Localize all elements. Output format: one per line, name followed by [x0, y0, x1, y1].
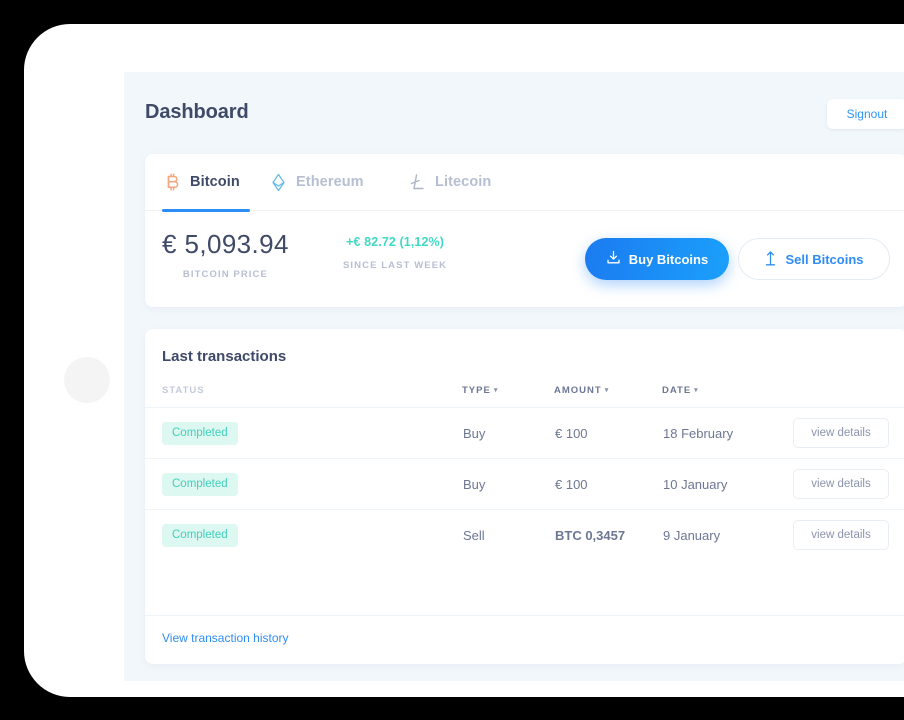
- price-change-caption: SINCE LAST WEEK: [343, 260, 448, 271]
- transactions-title: Last transactions: [162, 348, 287, 365]
- upload-arrow-icon: [764, 250, 777, 269]
- cell-type: Buy: [462, 458, 554, 510]
- price-card: Bitcoin Ethereum Litecoin € 5,093.94 BIT…: [145, 154, 904, 307]
- tab-label-litecoin: Litecoin: [435, 174, 492, 190]
- status-badge: Completed: [162, 421, 238, 445]
- column-header-amount[interactable]: AMOUNT ▾: [554, 377, 662, 408]
- sort-caret-icon: ▾: [604, 387, 610, 394]
- table-footer-divider: [145, 615, 904, 616]
- download-icon: [606, 250, 621, 268]
- price-row: € 5,093.94 BITCOIN PRICE +€ 82.72 (1,12%…: [145, 210, 904, 307]
- cell-amount: € 100: [554, 458, 662, 510]
- tab-bitcoin[interactable]: Bitcoin: [162, 154, 242, 210]
- tab-label-ethereum: Ethereum: [296, 174, 364, 190]
- cell-action: view details: [792, 509, 904, 560]
- cell-date: 9 January: [662, 509, 792, 560]
- tab-label-bitcoin: Bitcoin: [190, 174, 240, 190]
- column-header-date-label: DATE: [662, 385, 692, 396]
- buy-bitcoins-button[interactable]: Buy Bitcoins: [585, 238, 729, 280]
- device-frame: Dashboard Signout Bitcoin Ethereum Litec…: [24, 24, 904, 697]
- cell-date: 10 January: [662, 458, 792, 510]
- column-header-amount-label: AMOUNT: [554, 385, 602, 396]
- transactions-card: Last transactions STATUS TYPE▾ AMOUNT▾: [145, 329, 904, 664]
- cell-date: 18 February: [662, 407, 792, 459]
- sell-bitcoins-button[interactable]: Sell Bitcoins: [738, 238, 890, 280]
- table-body: Completed Buy € 100 18 February view det…: [145, 407, 904, 560]
- tab-ethereum[interactable]: Ethereum: [268, 154, 366, 210]
- signout-button[interactable]: Signout: [827, 99, 904, 129]
- cell-amount: BTC 0,3457: [554, 509, 662, 560]
- column-header-type[interactable]: TYPE ▾: [462, 377, 554, 408]
- currency-tabs: Bitcoin Ethereum Litecoin: [145, 154, 904, 212]
- table-header: STATUS TYPE ▾ AMOUNT ▾ DATE ▾: [145, 377, 904, 408]
- view-transaction-history-link[interactable]: View transaction history: [162, 631, 289, 645]
- litecoin-icon: [409, 173, 426, 192]
- ethereum-icon: [270, 173, 287, 192]
- price-caption: BITCOIN PRICE: [182, 269, 268, 280]
- cell-type: Sell: [462, 509, 554, 560]
- change-block: +€ 82.72 (1,12%) SINCE LAST WEEK: [343, 235, 447, 271]
- status-badge: Completed: [162, 472, 238, 496]
- view-details-button[interactable]: view details: [793, 469, 889, 499]
- column-header-date[interactable]: DATE ▾: [662, 377, 792, 408]
- transactions-table: STATUS TYPE ▾ AMOUNT ▾ DATE ▾ Completed …: [145, 377, 904, 560]
- column-header-status: STATUS: [145, 377, 462, 408]
- cell-status: Completed: [145, 407, 462, 459]
- column-header-status-label: STATUS: [162, 385, 205, 396]
- price-change-value: +€ 82.72 (1,12%): [346, 235, 444, 249]
- view-details-button[interactable]: view details: [793, 418, 889, 448]
- cell-status: Completed: [145, 458, 462, 510]
- cell-amount: € 100: [554, 407, 662, 459]
- sort-caret-icon: ▾: [493, 387, 499, 394]
- cell-type: Buy: [462, 407, 554, 459]
- topbar: Dashboard Signout: [145, 99, 904, 133]
- table-row: Completed Buy € 100 10 January view deta…: [145, 458, 904, 510]
- price-value: € 5,093.94: [162, 229, 289, 259]
- status-badge: Completed: [162, 523, 238, 547]
- page-title: Dashboard: [145, 101, 249, 123]
- table-header-row: STATUS TYPE ▾ AMOUNT ▾ DATE ▾: [145, 377, 904, 408]
- decorative-circle: [64, 357, 110, 403]
- cell-action: view details: [792, 407, 904, 459]
- table-row: Completed Buy € 100 18 February view det…: [145, 407, 904, 459]
- sort-caret-icon: ▾: [694, 387, 699, 394]
- view-details-button[interactable]: view details: [793, 520, 889, 550]
- cell-status: Completed: [145, 509, 462, 560]
- cell-action: view details: [792, 458, 904, 510]
- column-header-actions: [792, 377, 904, 408]
- sell-button-label: Sell Bitcoins: [785, 251, 864, 267]
- price-block: € 5,093.94 BITCOIN PRICE: [162, 229, 289, 280]
- buy-button-label: Buy Bitcoins: [628, 251, 709, 267]
- tab-litecoin[interactable]: Litecoin: [407, 154, 493, 210]
- bitcoin-icon: [164, 172, 181, 192]
- column-header-type-label: TYPE: [462, 385, 491, 396]
- table-row: Completed Sell BTC 0,3457 9 January view…: [145, 509, 904, 560]
- app-surface: Dashboard Signout Bitcoin Ethereum Litec…: [124, 72, 904, 681]
